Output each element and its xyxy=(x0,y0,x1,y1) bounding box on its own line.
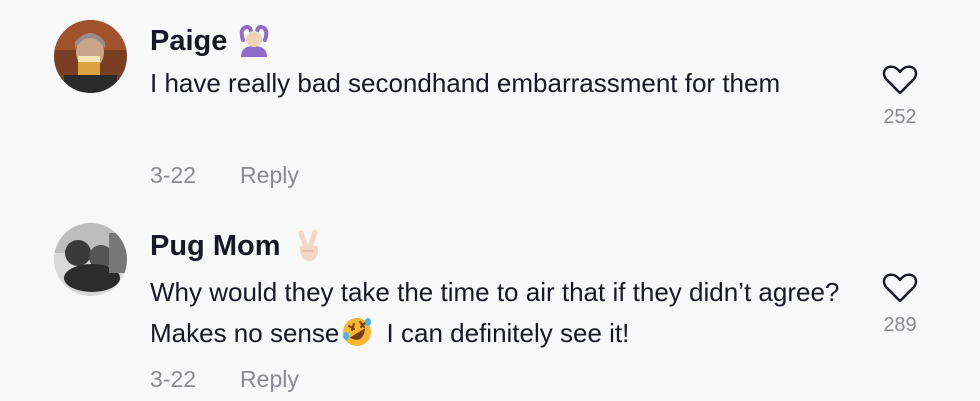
like-count: 289 xyxy=(883,314,917,336)
like-button[interactable]: 289 xyxy=(870,272,930,337)
heart-icon[interactable] xyxy=(882,272,918,304)
reply-button[interactable]: Reply xyxy=(240,162,299,189)
comment-date: 3-22 xyxy=(150,162,197,188)
person-gesturing-ok-emoji xyxy=(237,24,271,58)
victory-hand-emoji xyxy=(291,229,325,263)
comment-text: I have really bad secondhand embarrassme… xyxy=(150,68,781,98)
avatar[interactable] xyxy=(54,20,127,93)
comment-meta: 3-22 Reply xyxy=(150,366,299,393)
like-button[interactable]: 252 xyxy=(870,64,930,129)
like-count: 252 xyxy=(883,106,917,128)
comment-date: 3-22 xyxy=(150,366,197,392)
rolling-on-floor-laughing-emoji xyxy=(341,316,373,348)
comment-text: Why would they take the time to air that… xyxy=(150,272,840,354)
avatar[interactable] xyxy=(54,223,127,296)
comment-text-part: I can definitely see it! xyxy=(379,318,630,348)
comment-meta: 3-22 Reply xyxy=(150,162,299,189)
comment-author[interactable]: Paige xyxy=(150,24,271,58)
author-name[interactable]: Pug Mom xyxy=(150,230,281,263)
comment-author[interactable]: Pug Mom xyxy=(150,229,325,263)
heart-icon[interactable] xyxy=(882,64,918,96)
author-name[interactable]: Paige xyxy=(150,25,227,58)
reply-button[interactable]: Reply xyxy=(240,366,299,393)
